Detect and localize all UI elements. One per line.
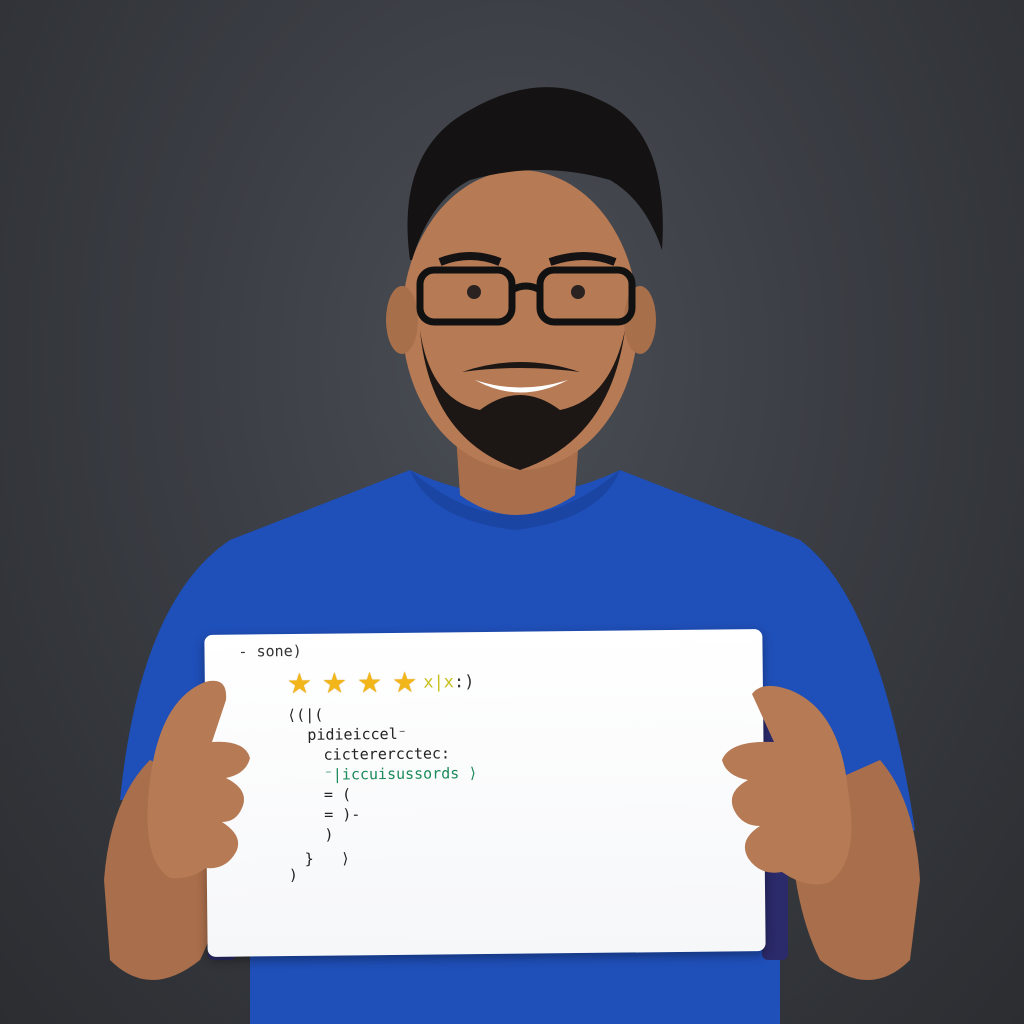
star-icon: ★ [321, 666, 348, 700]
code-line: } ⟩ [304, 849, 350, 868]
code-line: pidieiccel⁻ [307, 724, 407, 744]
code-line: cicterercctec: [323, 744, 451, 764]
code-line: ) [324, 825, 334, 844]
star-rating: ★ ★ ★ ★ x|x:) [286, 665, 475, 701]
rating-tail: x|x:) [423, 672, 475, 693]
code-line: ) [288, 865, 298, 885]
star-icon: ★ [356, 666, 383, 700]
whiteboard-sign: - sone) ★ ★ ★ ★ x|x:) ⟨(|(pidieiccel⁻ cic… [204, 629, 766, 957]
code-line: ⟨(|( [287, 705, 324, 725]
code-line: = ( [323, 785, 352, 804]
code-line: ⁻|iccuisussords ⟩ [323, 764, 478, 784]
star-icon: ★ [391, 665, 418, 699]
star-icon: ★ [286, 666, 313, 701]
sign-title: - sone) [238, 641, 302, 661]
code-line: = )- [324, 805, 361, 824]
